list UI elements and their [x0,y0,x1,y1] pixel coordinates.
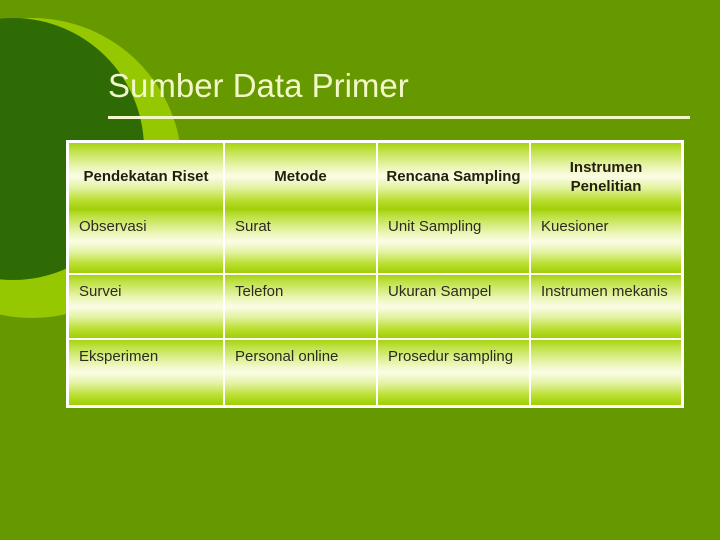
table-header: Pendekatan Riset Metode Rencana Sampling… [69,143,681,210]
title-divider [108,116,690,119]
cell-metode: Telefon [225,275,378,340]
cell-metode: Surat [225,210,378,275]
cell-pendekatan-riset: Survei [69,275,225,340]
table-row: Eksperimen Personal online Prosedur samp… [69,340,681,405]
research-approach-table: Pendekatan Riset Metode Rencana Sampling… [66,140,684,408]
column-header-instrumen-penelitian: Instrumen Penelitian [531,143,681,210]
cell-rencana-sampling: Ukuran Sampel [378,275,531,340]
cell-instrumen-penelitian: Instrumen mekanis [531,275,681,340]
cell-metode: Personal online [225,340,378,405]
cell-pendekatan-riset: Observasi [69,210,225,275]
cell-instrumen-penelitian: Kuesioner [531,210,681,275]
table-body: Observasi Surat Unit Sampling Kuesioner … [69,210,681,405]
cell-rencana-sampling: Prosedur sampling [378,340,531,405]
table-row: Observasi Surat Unit Sampling Kuesioner [69,210,681,275]
page-title: Sumber Data Primer [108,67,409,104]
slide-title-block: Sumber Data Primer [108,66,692,119]
cell-instrumen-penelitian [531,340,681,405]
column-header-pendekatan-riset: Pendekatan Riset [69,143,225,210]
cell-pendekatan-riset: Eksperimen [69,340,225,405]
cell-rencana-sampling: Unit Sampling [378,210,531,275]
table-row: Survei Telefon Ukuran Sampel Instrumen m… [69,275,681,340]
table-header-row: Pendekatan Riset Metode Rencana Sampling… [69,143,681,210]
slide: Sumber Data Primer Pendekatan Riset Meto… [0,0,720,540]
column-header-rencana-sampling: Rencana Sampling [378,143,531,210]
column-header-metode: Metode [225,143,378,210]
